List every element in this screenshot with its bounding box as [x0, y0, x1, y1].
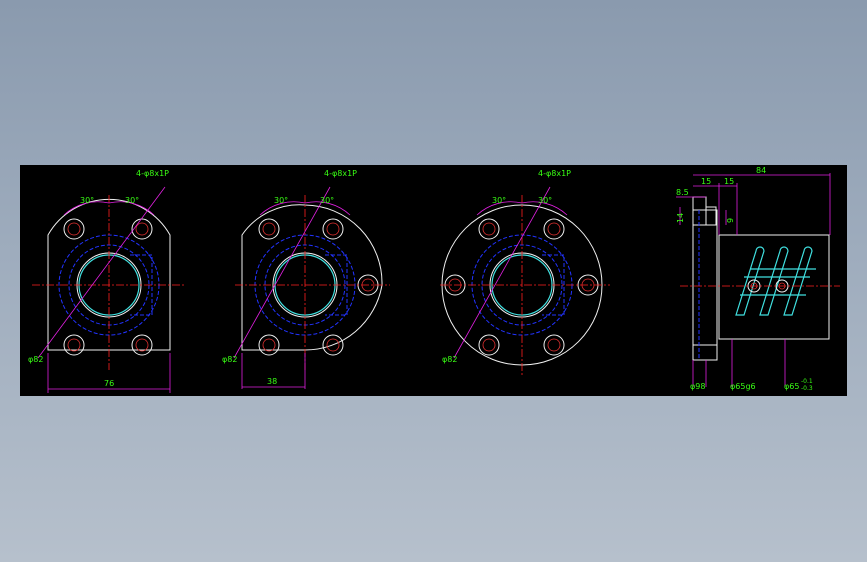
- cad-drawing-canvas[interactable]: φ82 4-φ8x1P 30° 30° 76 φ82 4-φ8x1P 30° 3…: [20, 165, 847, 396]
- side-dia-98: φ98: [690, 382, 705, 391]
- side-dim-9: 9: [726, 218, 735, 223]
- side-tol-lower: -0.3: [801, 385, 813, 392]
- flange-2-width-label: 38: [267, 377, 277, 386]
- flange-3-hole-note: 4-φ8x1P: [538, 169, 571, 178]
- side-flange-plate: [692, 209, 718, 361]
- flange-view-3: φ82 4-φ8x1P 30° 30°: [440, 169, 610, 375]
- side-dia-65: φ65: [784, 382, 799, 391]
- flange-2-hole-note: 4-φ8x1P: [324, 169, 357, 178]
- side-view: 84 15 15 8.5 14 9 φ98 φ65g6 φ65 -0.1 -0.…: [676, 166, 840, 392]
- side-dim-15a: 15: [701, 177, 711, 186]
- flange-3-angle-right: 30°: [538, 196, 552, 205]
- flange-1-angle-left: 30°: [80, 196, 94, 205]
- side-dim-84: 84: [756, 166, 766, 175]
- flange-3-diameter-label: φ82: [442, 355, 457, 364]
- side-tol-upper: -0.1: [801, 378, 813, 385]
- flange-view-1: φ82 4-φ8x1P 30° 30° 76: [28, 169, 185, 393]
- side-dim-14: 14: [676, 213, 685, 223]
- flange-1-diameter-leader: [37, 186, 166, 359]
- flange-2-angle-left: 30°: [274, 196, 288, 205]
- side-dia-65g6: φ65g6: [730, 382, 756, 391]
- flange-view-2: φ82 4-φ8x1P 30° 30° 38: [222, 169, 390, 389]
- viewport: φ82 4-φ8x1P 30° 30° 76 φ82 4-φ8x1P 30° 3…: [0, 0, 867, 562]
- flange-1-angle-right: 30°: [125, 196, 139, 205]
- flange-2-diameter-leader: [233, 186, 331, 359]
- side-dim-15b: 15: [724, 177, 734, 186]
- flange-1-hole-note: 4-φ8x1P: [136, 169, 169, 178]
- flange-1-width-label: 76: [104, 379, 114, 388]
- flange-2-holes: [258, 218, 379, 356]
- flange-1-diameter-label: φ82: [28, 355, 43, 364]
- flange-3-angle-left: 30°: [492, 196, 506, 205]
- side-flange-hole-bottom: [692, 344, 718, 361]
- flange-3-diameter-leader: [453, 186, 551, 359]
- flange-2-angle-right: 30°: [320, 196, 334, 205]
- side-thread-helix: [735, 246, 816, 316]
- flange-2-diameter-label: φ82: [222, 355, 237, 364]
- side-dim-8-5: 8.5: [676, 188, 689, 197]
- cad-drawing: φ82 4-φ8x1P 30° 30° 76 φ82 4-φ8x1P 30° 3…: [28, 166, 840, 393]
